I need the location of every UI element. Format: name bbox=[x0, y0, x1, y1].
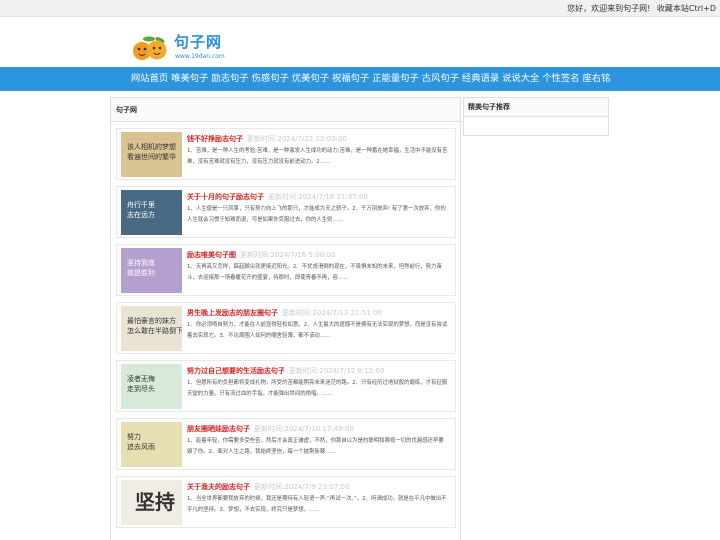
article-title-row: 关于十月的句子励志句子 更新时间:2024/7/18 21:37:00 bbox=[187, 192, 368, 202]
article-thumbnail[interactable]: 坚持 bbox=[121, 480, 182, 525]
article-date-label: 更新时间: bbox=[254, 425, 285, 433]
article-title-link[interactable]: 钱不好挣励志句子 bbox=[187, 135, 243, 143]
article-thumbnail[interactable]: 凌者无悔 走到尽头 bbox=[121, 364, 182, 409]
thumbnail-caption: 凌者无悔 走到尽头 bbox=[127, 375, 155, 393]
article-date-label: 更新时间: bbox=[240, 251, 271, 259]
article-title-link[interactable]: 努力过自己想要的生活励志句子 bbox=[187, 367, 285, 375]
article-list: 该人相机的梦想 看遍世间的繁华 钱不好挣励志句子 更新时间:2024/7/22 22… bbox=[116, 128, 456, 534]
article-date-label: 更新时间: bbox=[289, 367, 320, 375]
article-title-row: 男生晚上发励志的朋友圈句子 更新时间:2024/7/13 21:51:00 bbox=[187, 308, 382, 318]
list-item: 凌者无悔 走到尽头 努力过自己想要的生活励志句子 更新时间:2024/7/12 8:… bbox=[116, 360, 456, 412]
nav-item[interactable]: 祝福句子 bbox=[332, 73, 369, 84]
article-date-label: 更新时间: bbox=[247, 135, 278, 143]
nav-item[interactable]: 个性签名 bbox=[542, 73, 579, 84]
thumbnail-caption: 舟行千里 志在远方 bbox=[127, 201, 155, 219]
nav-item[interactable]: 唯美句子 bbox=[171, 73, 208, 84]
article-title-link[interactable]: 男生晚上发励志的朋友圈句子 bbox=[187, 309, 278, 317]
article-summary: 1、趁着年轻，你需要多受些苦，然后才会真正谦虚，不然，你那自以为是的聪明和眼视一… bbox=[187, 438, 444, 455]
article-thumbnail[interactable]: 舟行千里 志在远方 bbox=[121, 190, 182, 235]
article-date: 2024/7/9 23:07:00 bbox=[284, 483, 350, 491]
article-title-row: 努力过自己想要的生活励志句子 更新时间:2024/7/12 8:12:00 bbox=[187, 366, 384, 376]
thumbnail-caption: 该人相机的梦想 看遍世间的繁华 bbox=[127, 143, 176, 161]
logo-title: 句子网 bbox=[174, 33, 223, 51]
bookmark-link[interactable]: 收藏本站Ctrl+D bbox=[657, 4, 716, 13]
article-thumbnail[interactable]: 该人相机的梦想 看遍世间的繁华 bbox=[121, 132, 182, 177]
article-date-label: 更新时间: bbox=[282, 309, 313, 317]
article-title-link[interactable]: 关于十月的句子励志句子 bbox=[187, 193, 264, 201]
thumbnail-caption: 坚持 bbox=[135, 490, 175, 514]
nav-item[interactable]: 伤感句子 bbox=[252, 73, 289, 84]
nav-item[interactable]: 古风句子 bbox=[422, 73, 459, 84]
article-date: 2024/7/10 17:49:00 bbox=[284, 425, 354, 433]
article-thumbnail[interactable]: 努力 追去风雨 bbox=[121, 422, 182, 467]
article-date: 2024/7/22 22:03:00 bbox=[277, 135, 347, 143]
article-date-label: 更新时间: bbox=[268, 193, 299, 201]
article-title-link[interactable]: 朋友圈晒娃励志句子 bbox=[187, 425, 250, 433]
nav-item[interactable]: 座右铭 bbox=[583, 73, 611, 84]
panel-heading: 句子网 bbox=[111, 98, 460, 122]
main-nav: 网站首页 唯美句子 励志句子 伤感句子 优美句子 祝福句子 正能量句子 古风句子 经典语录 说说大… bbox=[0, 67, 720, 91]
thumbnail-caption: 最怕豪言的妹方 怎么敢在半路倒下 bbox=[127, 317, 182, 335]
article-thumbnail[interactable]: 坚持到底 就是胜利 bbox=[121, 248, 182, 293]
list-item: 努力 追去风雨 朋友圈晒娃励志句子 更新时间:2024/7/10 17:49:00 1… bbox=[116, 418, 456, 470]
thumbnail-caption: 坚持到底 就是胜利 bbox=[127, 259, 155, 277]
nav-item[interactable]: 励志句子 bbox=[211, 73, 248, 84]
orange-logo-icon bbox=[133, 36, 167, 60]
list-item: 该人相机的梦想 看遍世间的繁华 钱不好挣励志句子 更新时间:2024/7/22 22… bbox=[116, 128, 456, 180]
list-item: 坚持 关于渔夫的励志句子 更新时间:2024/7/9 23:07:00 1、当全世界都… bbox=[116, 476, 456, 528]
article-title-link[interactable]: 励志唯美句子图 bbox=[187, 251, 236, 259]
nav-item[interactable]: 说说大全 bbox=[502, 73, 539, 84]
nav-item[interactable]: 网站首页 bbox=[131, 73, 168, 84]
thumbnail-caption: 努力 追去风雨 bbox=[127, 433, 155, 451]
article-summary: 1、当全世界都要我放弃的时候，我还是期待有人轻语一声:“再试一次。”。2、所谓成… bbox=[187, 496, 447, 513]
nav-item[interactable]: 优美句子 bbox=[292, 73, 329, 84]
sidebar-panel: 精美句子推荐 bbox=[463, 97, 609, 136]
article-date: 2024/7/18 21:37:00 bbox=[298, 193, 368, 201]
article-title-link[interactable]: 关于渔夫的励志句子 bbox=[187, 483, 250, 491]
article-title-row: 钱不好挣励志句子 更新时间:2024/7/22 22:03:00 bbox=[187, 134, 347, 144]
article-list-panel: 句子网 该人相机的梦想 看遍世间的繁华 钱不好挣励志句子 更新时间:2024/7/2… bbox=[110, 97, 461, 540]
article-thumbnail[interactable]: 最怕豪言的妹方 怎么敢在半路倒下 bbox=[121, 306, 182, 351]
article-title-row: 关于渔夫的励志句子 更新时间:2024/7/9 23:07:00 bbox=[187, 482, 349, 492]
article-summary: 1、你必须啃自努力，才能在人前显得轻松如意。2、人生最大的遗憾不是拥有无法实现的… bbox=[187, 322, 448, 339]
article-date: 2024/7/13 21:51:00 bbox=[312, 309, 382, 317]
article-summary: 1、人生便是一只风筝，只有努力向上飞的那只，才能成为天之骄子。2、千万别放弃! … bbox=[187, 206, 446, 223]
article-date: 2024/7/16 5:00:00 bbox=[270, 251, 336, 259]
top-bar: 您好，欢迎来到句子网! 收藏本站Ctrl+D bbox=[0, 0, 720, 17]
article-date-label: 更新时间: bbox=[254, 483, 285, 491]
nav-item[interactable]: 正能量句子 bbox=[372, 73, 419, 84]
article-summary: 1、苦难，是一种人生的考验;苦难，是一种激发人生成功的动力;苦难，是一种蓄在她幸… bbox=[187, 148, 448, 165]
article-summary: 1、天再高又怎样，踮起脚尖就更接近阳光。2、不忧虑滑倒的现在，不畏惧未知的未来，… bbox=[187, 264, 442, 281]
article-title-row: 朋友圈晒娃励志句子 更新时间:2024/7/10 17:49:00 bbox=[187, 424, 354, 434]
list-item: 坚持到底 就是胜利 励志唯美句子图 更新时间:2024/7/16 5:00:00 1、… bbox=[116, 244, 456, 296]
list-item: 最怕豪言的妹方 怎么敢在半路倒下 男生晚上发励志的朋友圈句子 更新时间:2024/7… bbox=[116, 302, 456, 354]
list-item: 舟行千里 志在远方 关于十月的句子励志句子 更新时间:2024/7/18 21:37… bbox=[116, 186, 456, 238]
nav-item[interactable]: 经典语录 bbox=[462, 73, 499, 84]
article-title-row: 励志唯美句子图 更新时间:2024/7/16 5:00:00 bbox=[187, 250, 335, 260]
logo-url: www.19dan.com bbox=[175, 53, 225, 60]
article-summary: 1、但愿所有的负担都将变成礼物，所受的苦都能照亮未来迷茫的路。2、只有经历过地狱… bbox=[187, 380, 448, 397]
welcome-text: 您好，欢迎来到句子网! bbox=[567, 4, 651, 13]
article-date: 2024/7/12 8:12:00 bbox=[319, 367, 385, 375]
sidebar-heading: 精美句子推荐 bbox=[464, 98, 608, 117]
header: 句子网 www.19dan.com bbox=[0, 17, 720, 67]
